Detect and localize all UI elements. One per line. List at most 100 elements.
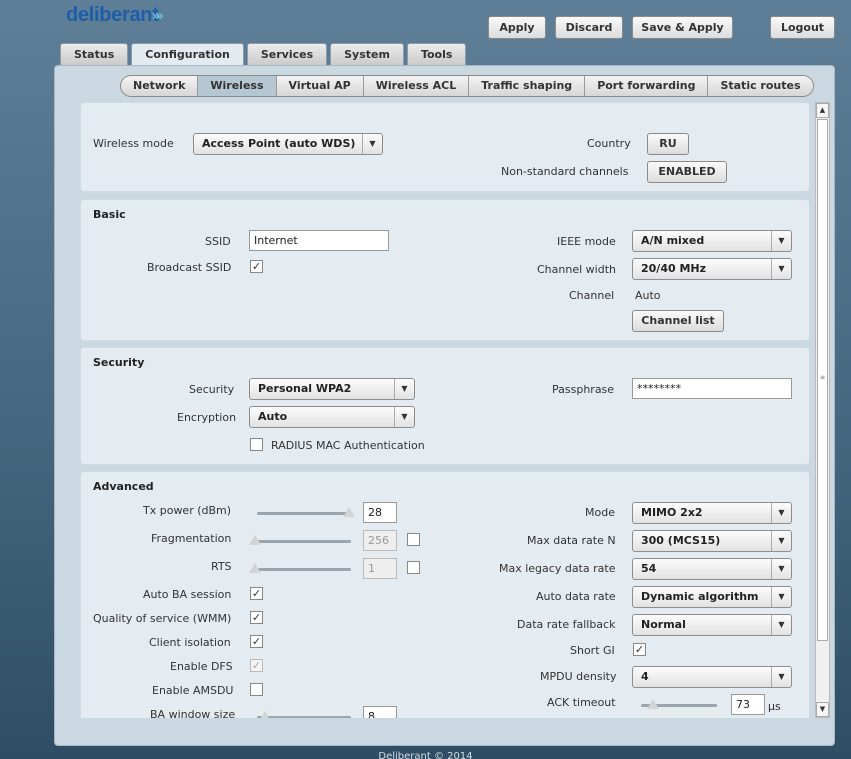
channel-width-label: Channel width — [537, 263, 616, 276]
tab-system[interactable]: System — [330, 43, 404, 66]
scroll-up-icon[interactable]: ▲ — [816, 103, 829, 118]
nonstd-channels-label: Non-standard channels — [501, 165, 629, 178]
rts-slider-handle[interactable] — [248, 562, 262, 574]
subtab-wireless-acl[interactable]: Wireless ACL — [364, 76, 470, 96]
chevron-down-icon: ▼ — [771, 231, 791, 251]
scroll-content: Wireless mode Access Point (auto WDS) ▼ C… — [80, 102, 813, 718]
logo-arrows-icon: »» — [152, 9, 164, 24]
rts-track[interactable] — [257, 568, 351, 571]
ssid-input[interactable]: Internet — [249, 230, 389, 251]
grip-icon: ≡ — [820, 374, 826, 381]
logout-button[interactable]: Logout — [770, 16, 835, 39]
ba-window-label: BA window size — [150, 708, 236, 718]
tab-tools[interactable]: Tools — [406, 43, 467, 66]
country-button[interactable]: RU — [647, 133, 689, 155]
rts-checkbox[interactable] — [407, 561, 420, 574]
nonstd-channels-button[interactable]: ENABLED — [647, 161, 727, 183]
subtab-network[interactable]: Network — [121, 76, 199, 96]
security-section: Security Security Personal WPA2 ▼ Encrypt… — [80, 347, 810, 465]
ack-timeout-label: ACK timeout — [547, 696, 616, 709]
channel-value: Auto — [635, 289, 661, 302]
radius-mac-checkbox[interactable] — [250, 438, 263, 451]
discard-button[interactable]: Discard — [555, 16, 623, 39]
ieee-mode-select[interactable]: A/N mixed ▼ — [632, 230, 792, 252]
chevron-down-icon: ▼ — [771, 587, 791, 607]
chevron-down-icon: ▼ — [394, 407, 414, 427]
radius-mac-label: RADIUS MAC Authentication — [271, 439, 425, 452]
sub-tabs: Network Wireless Virtual AP Wireless ACL… — [120, 75, 814, 97]
security-label: Security — [189, 383, 235, 396]
channel-list-button[interactable]: Channel list — [632, 310, 724, 332]
subtab-wireless[interactable]: Wireless — [198, 76, 277, 96]
scrollbar-thumb[interactable]: ≡ — [817, 119, 828, 641]
passphrase-input[interactable]: ******** — [632, 378, 792, 399]
client-isolation-label: Client isolation — [149, 636, 231, 649]
ack-timeout-slider-handle[interactable] — [646, 698, 660, 710]
auto-ba-checkbox[interactable]: ✓ — [250, 587, 263, 600]
ack-timeout-unit: μs — [768, 700, 781, 713]
enable-amsdu-checkbox[interactable] — [250, 683, 263, 696]
enable-dfs-checkbox[interactable]: ✓ — [250, 659, 263, 672]
advanced-section: Advanced Tx power (dBm) 28 Fragmentation… — [80, 471, 810, 718]
subtab-static-routes[interactable]: Static routes — [708, 76, 812, 96]
tx-power-input[interactable]: 28 — [363, 502, 397, 523]
max-legacy-rate-label: Max legacy data rate — [499, 562, 616, 575]
wireless-mode-label: Wireless mode — [93, 137, 174, 150]
max-legacy-rate-select[interactable]: 54 ▼ — [632, 558, 792, 580]
security-select[interactable]: Personal WPA2 ▼ — [249, 378, 415, 400]
fragmentation-label: Fragmentation — [151, 532, 232, 545]
main-tabs: Status Configuration Services System Too… — [60, 43, 467, 67]
broadcast-ssid-label: Broadcast SSID — [147, 261, 232, 274]
basic-section: Basic SSID Internet Broadcast SSID ✓ IEE… — [80, 199, 810, 341]
ba-window-input[interactable]: 8 — [363, 706, 397, 718]
qos-label: Quality of service (WMM) — [93, 612, 232, 625]
channel-width-select[interactable]: 20/40 MHz ▼ — [632, 258, 792, 280]
chevron-down-icon: ▼ — [362, 134, 382, 154]
apply-button[interactable]: Apply — [488, 16, 546, 39]
scroll-down-icon[interactable]: ▼ — [816, 702, 829, 717]
tab-services[interactable]: Services — [246, 43, 328, 66]
auto-data-rate-label: Auto data rate — [536, 590, 616, 603]
mode-select[interactable]: MIMO 2x2 ▼ — [632, 502, 792, 524]
tx-power-track[interactable] — [257, 512, 351, 515]
mpdu-density-select[interactable]: 4 ▼ — [632, 666, 792, 688]
rts-input[interactable]: 1 — [363, 558, 397, 579]
fragmentation-input[interactable]: 256 — [363, 530, 397, 551]
subtab-virtual-ap[interactable]: Virtual AP — [277, 76, 364, 96]
qos-checkbox[interactable]: ✓ — [250, 611, 263, 624]
security-title: Security — [93, 356, 145, 369]
general-section: Wireless mode Access Point (auto WDS) ▼ C… — [80, 102, 810, 192]
client-isolation-checkbox[interactable]: ✓ — [250, 635, 263, 648]
data-rate-fallback-label: Data rate fallback — [517, 618, 616, 631]
fragmentation-checkbox[interactable] — [407, 533, 420, 546]
vertical-scrollbar[interactable]: ▲ ≡ ▼ — [815, 102, 830, 718]
fragmentation-slider-handle[interactable] — [248, 534, 262, 546]
data-rate-fallback-select[interactable]: Normal ▼ — [632, 614, 792, 636]
subtab-port-forwarding[interactable]: Port forwarding — [585, 76, 709, 96]
fragmentation-track[interactable] — [257, 540, 351, 543]
tx-power-slider-handle[interactable] — [342, 506, 356, 518]
max-data-rate-n-select[interactable]: 300 (MCS15) ▼ — [632, 530, 792, 552]
chevron-down-icon: ▼ — [771, 503, 791, 523]
auto-data-rate-select[interactable]: Dynamic algorithm ▼ — [632, 586, 792, 608]
ba-window-track[interactable] — [257, 716, 351, 718]
enable-amsdu-label: Enable AMSDU — [152, 684, 234, 697]
ack-timeout-input[interactable]: 73 — [731, 694, 765, 715]
ba-window-slider-handle[interactable] — [258, 710, 272, 718]
encryption-select[interactable]: Auto ▼ — [249, 406, 415, 428]
save-apply-button[interactable]: Save & Apply — [632, 16, 733, 39]
passphrase-label: Passphrase — [552, 383, 615, 396]
broadcast-ssid-checkbox[interactable]: ✓ — [250, 260, 263, 273]
chevron-down-icon: ▼ — [771, 259, 791, 279]
tab-status[interactable]: Status — [60, 43, 129, 66]
chevron-down-icon: ▼ — [771, 667, 791, 687]
chevron-down-icon: ▼ — [771, 615, 791, 635]
short-gi-checkbox[interactable]: ✓ — [633, 643, 646, 656]
subtab-traffic-shaping[interactable]: Traffic shaping — [469, 76, 586, 96]
wireless-mode-select[interactable]: Access Point (auto WDS) ▼ — [193, 133, 383, 155]
ieee-mode-label: IEEE mode — [557, 235, 616, 248]
rts-label: RTS — [211, 560, 232, 573]
tx-power-label: Tx power (dBm) — [143, 504, 232, 517]
tab-configuration[interactable]: Configuration — [131, 43, 244, 67]
footer-copyright: Deliberant © 2014 — [378, 751, 473, 759]
